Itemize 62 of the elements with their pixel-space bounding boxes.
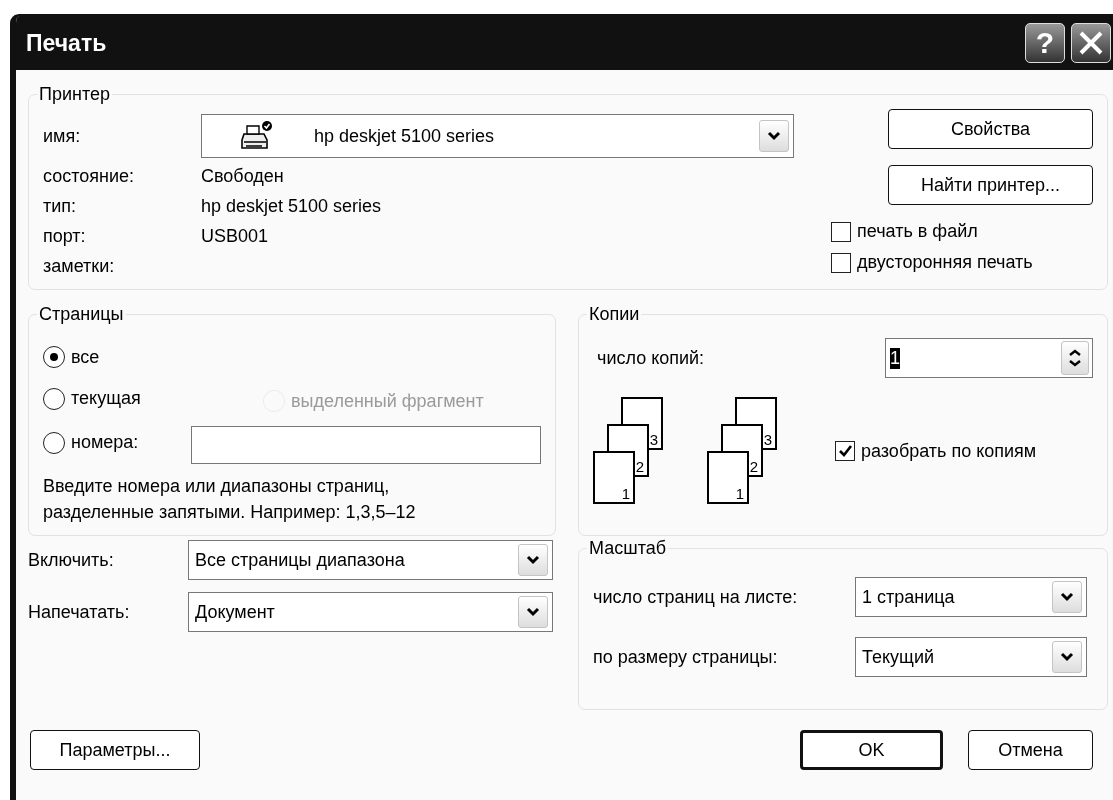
page-numbers-field[interactable]: [191, 426, 541, 464]
field-label: порт:: [43, 225, 87, 247]
close-button[interactable]: [1071, 23, 1111, 63]
dropdown-button[interactable]: [1052, 581, 1082, 613]
field-value: Свободен: [201, 165, 284, 187]
number-field[interactable]: 1: [885, 338, 1093, 378]
field-value: USB001: [201, 225, 269, 247]
hint-text: Введите номера или диапазоны страниц, разделенные запятыми. Например: 1,3,5–12: [43, 475, 417, 524]
spin-button[interactable]: [1061, 341, 1089, 375]
field-label: число страниц на листе:: [593, 586, 799, 608]
checkbox-label[interactable]: двусторонняя печать: [857, 252, 1033, 273]
help-button[interactable]: ?: [1025, 23, 1065, 63]
group-title: Масштаб: [588, 538, 667, 559]
radio-button[interactable]: [43, 387, 65, 410]
field-label: число копий:: [597, 347, 705, 369]
dropdown[interactable]: Документ: [188, 592, 553, 632]
chevron-down-icon: [767, 131, 781, 141]
properties-button[interactable]: Свойства: [888, 109, 1093, 149]
field-label: состояние:: [43, 165, 136, 187]
dropdown-button[interactable]: [759, 120, 789, 152]
close-icon: [1078, 30, 1104, 56]
group-title: Копии: [588, 304, 641, 325]
radio-label[interactable]: номера:: [71, 432, 139, 453]
radio-label[interactable]: текущая: [71, 388, 141, 409]
radio-label[interactable]: все: [71, 346, 100, 368]
chevron-down-icon: [526, 555, 540, 565]
field-label: Напечатать:: [28, 601, 131, 623]
checkbox-label[interactable]: разобрать по копиям: [861, 440, 1037, 462]
radio-button[interactable]: [43, 346, 65, 368]
cancel-button[interactable]: Отмена: [968, 730, 1093, 770]
dropdown[interactable]: 1 страница: [855, 577, 1087, 617]
field-label: имя:: [43, 125, 82, 147]
chevron-down-icon: [1060, 592, 1074, 602]
dropdown-button[interactable]: [1052, 641, 1082, 673]
chevron-down-icon: [526, 607, 540, 617]
radio-button[interactable]: [43, 431, 65, 454]
checkbox-label[interactable]: печать в файл: [857, 221, 978, 242]
field-label: по размеру страницы:: [593, 646, 779, 668]
dropdown[interactable]: Все страницы диапазона: [188, 540, 553, 580]
ok-button[interactable]: OK: [800, 730, 943, 770]
window-title: Печать: [26, 29, 108, 57]
chevron-down-icon: [1060, 652, 1074, 662]
find-printer-button[interactable]: Найти принтер...: [888, 165, 1093, 205]
radio-label: выделенный фрагмент: [291, 390, 484, 412]
checkbox[interactable]: [831, 252, 851, 273]
field-label: Включить:: [28, 549, 115, 571]
options-button[interactable]: Параметры...: [30, 730, 200, 770]
collate-pages-drawing: 3 2 1: [593, 397, 663, 504]
field-label: заметки:: [43, 255, 116, 277]
printer-icon: [241, 121, 272, 149]
checkbox[interactable]: [831, 221, 851, 242]
dropdown-button[interactable]: [518, 596, 548, 628]
group-title: Страницы: [38, 304, 125, 325]
dropdown-button[interactable]: [518, 544, 548, 576]
field-value: hp deskjet 5100 series: [201, 195, 382, 217]
printer-dropdown[interactable]: hp deskjet 5100 series: [201, 114, 794, 158]
group-title: Принтер: [38, 84, 111, 105]
up-down-arrows-icon: [1068, 349, 1082, 367]
collate-pages-drawing: 3 2 1: [707, 397, 777, 504]
checkbox[interactable]: [835, 441, 855, 461]
field-label: тип:: [43, 195, 78, 217]
dropdown[interactable]: Текущий: [855, 637, 1087, 677]
